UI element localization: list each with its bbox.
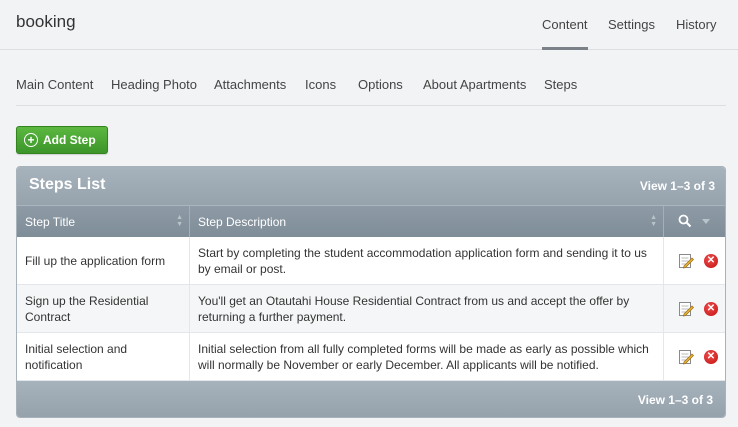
search-icon[interactable] bbox=[678, 214, 692, 228]
add-step-label: Add Step bbox=[43, 133, 96, 147]
table-row[interactable]: Fill up the application form Start by co… bbox=[17, 237, 725, 285]
delete-icon[interactable]: ✕ bbox=[704, 350, 718, 364]
step-title-cell: Sign up the Residential Contract bbox=[17, 285, 190, 333]
steps-list-panel: Steps List View 1–3 of 3 Step Title ▲ ▼ S… bbox=[16, 166, 726, 418]
subtab-main-content[interactable]: Main Content bbox=[16, 77, 93, 92]
column-header-label: Step Title bbox=[25, 215, 76, 229]
panel-header: Steps List View 1–3 of 3 bbox=[17, 167, 725, 205]
add-step-button[interactable]: + Add Step bbox=[16, 126, 108, 154]
table-row[interactable]: Initial selection and notification Initi… bbox=[17, 333, 725, 381]
chevron-down-icon[interactable] bbox=[702, 219, 710, 224]
step-description-cell: You'll get an Otautahi House Residential… bbox=[190, 285, 664, 333]
delete-icon[interactable]: ✕ bbox=[704, 254, 718, 268]
view-count-top: View 1–3 of 3 bbox=[639, 179, 715, 193]
step-title-cell: Fill up the application form bbox=[17, 237, 190, 285]
panel-footer: View 1–3 of 3 bbox=[17, 381, 725, 417]
subtab-icons[interactable]: Icons bbox=[305, 77, 336, 92]
top-bar: booking Content Settings History bbox=[0, 0, 738, 50]
view-count-bottom: View 1–3 of 3 bbox=[637, 393, 713, 407]
subtab-heading-photo[interactable]: Heading Photo bbox=[111, 77, 197, 92]
sort-arrows-icon: ▲ ▼ bbox=[650, 214, 657, 228]
edit-icon[interactable] bbox=[678, 301, 694, 317]
subtab-steps[interactable]: Steps bbox=[544, 77, 577, 92]
edit-icon[interactable] bbox=[678, 349, 694, 365]
step-title-cell: Initial selection and notification bbox=[17, 333, 190, 381]
step-description-cell: Start by completing the student accommod… bbox=[190, 237, 664, 285]
panel-title: Steps List bbox=[29, 176, 106, 193]
subtab-attachments[interactable]: Attachments bbox=[214, 77, 286, 92]
tab-settings[interactable]: Settings bbox=[608, 17, 655, 32]
row-actions: ✕ bbox=[664, 237, 725, 285]
subtab-options[interactable]: Options bbox=[358, 77, 403, 92]
tab-history[interactable]: History bbox=[676, 17, 716, 32]
sub-tabs: Main Content Heading Photo Attachments I… bbox=[16, 50, 726, 106]
plus-circle-icon: + bbox=[24, 133, 38, 147]
row-actions: ✕ bbox=[664, 285, 725, 333]
column-header-step-title[interactable]: Step Title ▲ ▼ bbox=[17, 206, 190, 238]
row-actions: ✕ bbox=[664, 333, 725, 381]
delete-icon[interactable]: ✕ bbox=[704, 302, 718, 316]
app-title: booking bbox=[16, 12, 76, 31]
column-header-row: Step Title ▲ ▼ Step Description ▲ ▼ bbox=[17, 205, 725, 238]
column-header-label: Step Description bbox=[198, 215, 287, 229]
column-header-actions bbox=[664, 206, 725, 238]
subtab-about-apartments[interactable]: About Apartments bbox=[423, 77, 526, 92]
edit-icon[interactable] bbox=[678, 253, 694, 269]
tab-content[interactable]: Content bbox=[542, 17, 588, 50]
sort-arrows-icon: ▲ ▼ bbox=[176, 214, 183, 228]
table-row[interactable]: Sign up the Residential Contract You'll … bbox=[17, 285, 725, 333]
step-description-cell: Initial selection from all fully complet… bbox=[190, 333, 664, 381]
column-header-step-description[interactable]: Step Description ▲ ▼ bbox=[190, 206, 664, 238]
